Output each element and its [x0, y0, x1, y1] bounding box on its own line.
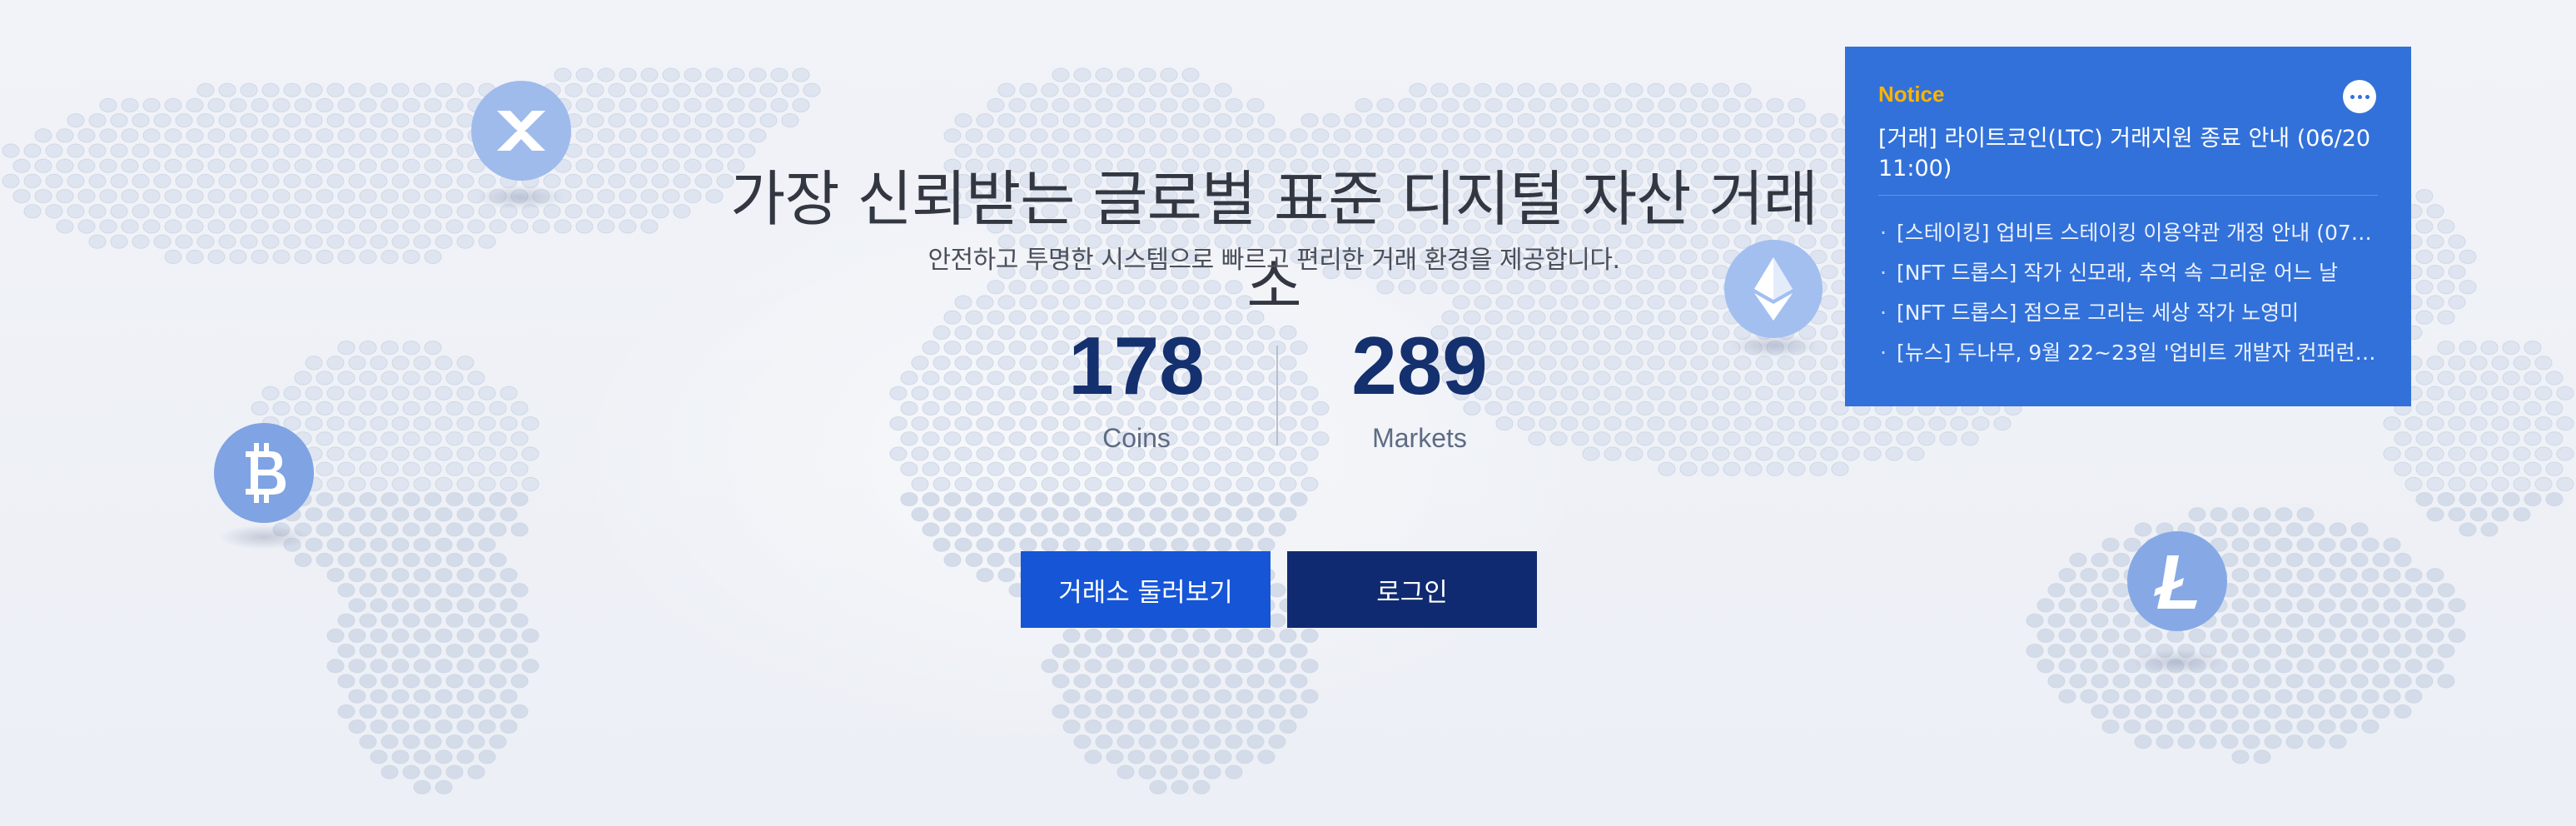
markets-label: Markets: [1372, 423, 1467, 453]
notice-title: Notice: [1878, 82, 1945, 107]
xrp-coin-shadow: [475, 185, 566, 210]
notice-item-text: [뉴스] 두나무, 9월 22~23일 '업비트 개발자 컨퍼런스 ...: [1897, 341, 2378, 365]
notice-item[interactable]: · [스테이킹] 업비트 스테이킹 이용약관 개정 안내 (07/...: [1878, 213, 2378, 253]
notice-divider: [1878, 195, 2378, 196]
notice-bullet: ·: [1880, 301, 1887, 325]
notice-item-text: [NFT 드롭스] 작가 신모래, 추억 속 그리운 어느 날: [1897, 261, 2338, 285]
bitcoin-coin-icon: [214, 423, 314, 523]
notice-bullet: ·: [1880, 341, 1887, 365]
notice-bullet: ·: [1880, 261, 1887, 285]
notice-item-text: [NFT 드롭스] 점으로 그리는 세상 작가 노영미: [1897, 301, 2300, 325]
notice-bullet: ·: [1880, 221, 1887, 245]
login-button[interactable]: 로그인: [1287, 551, 1537, 628]
notice-item[interactable]: · [NFT 드롭스] 작가 신모래, 추억 속 그리운 어느 날: [1878, 253, 2378, 293]
notice-list: · [스테이킹] 업비트 스테이킹 이용약관 개정 안내 (07/... · [NF…: [1878, 213, 2378, 373]
xrp-coin-icon: [471, 81, 571, 181]
litecoin-coin-icon: [2127, 531, 2227, 631]
notice-item[interactable]: · [NFT 드롭스] 점으로 그리는 세상 작가 노영미: [1878, 293, 2378, 333]
coins-count: 178: [1068, 320, 1205, 411]
markets-stat: 289 Markets: [1295, 325, 1544, 454]
more-icon[interactable]: [2343, 80, 2376, 113]
explore-exchange-button[interactable]: 거래소 둘러보기: [1021, 551, 1271, 628]
page-subheadline: 안전하고 투명한 시스템으로 빠르고 편리한 거래 환경을 제공합니다.: [927, 246, 1620, 275]
notice-headline-link[interactable]: [거래] 라이트코인(LTC) 거래지원 종료 안내 (06/20 11:00): [1878, 124, 2378, 184]
notice-item-text: [스테이킹] 업비트 스테이킹 이용약관 개정 안내 (07/...: [1897, 221, 2378, 245]
coins-label: Coins: [1102, 423, 1171, 453]
stats-divider: [1276, 346, 1278, 445]
notice-panel: Notice [거래] 라이트코인(LTC) 거래지원 종료 안내 (06/20…: [1845, 47, 2411, 406]
coins-stat: 178 Coins: [1012, 325, 1261, 454]
litecoin-coin-shadow: [2131, 649, 2223, 674]
bitcoin-coin-shadow: [218, 525, 310, 550]
page-headline: 가장 신뢰받는 글로벌 표준 디지털 자산 거래소: [730, 164, 1818, 321]
notice-item[interactable]: · [뉴스] 두나무, 9월 22~23일 '업비트 개발자 컨퍼런스 ...: [1878, 333, 2378, 373]
markets-count: 289: [1351, 320, 1488, 411]
